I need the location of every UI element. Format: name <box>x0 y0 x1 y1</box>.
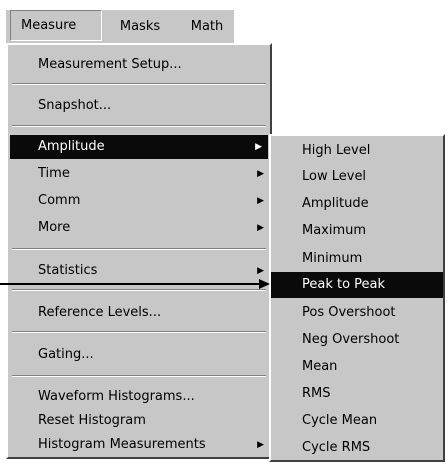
callout-arrow-icon <box>0 279 270 289</box>
